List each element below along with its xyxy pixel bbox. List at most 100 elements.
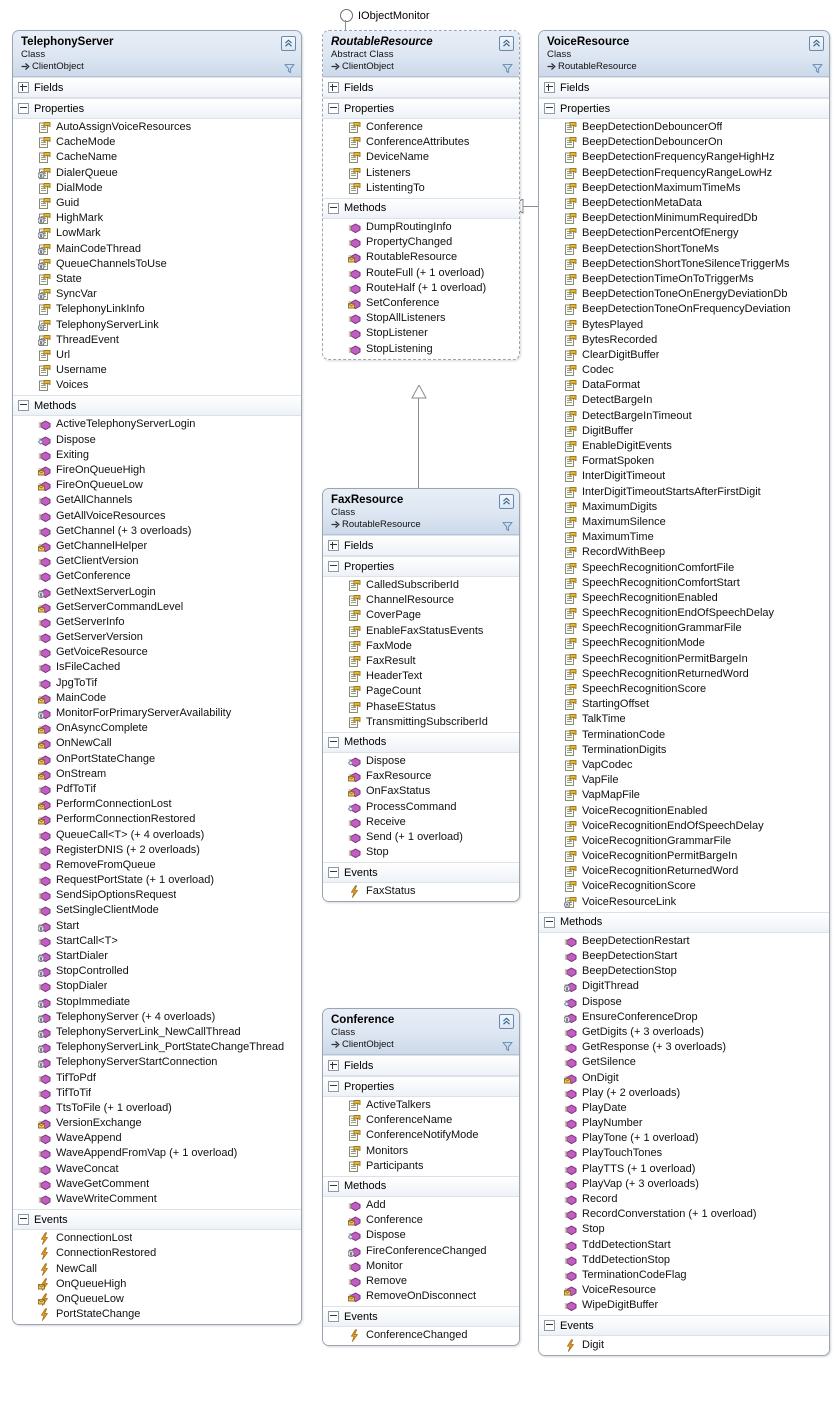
member-row[interactable]: GetVoiceResource [13,645,301,660]
member-row[interactable]: VoiceRecognitionEndOfSpeechDelay [539,819,829,834]
member-row[interactable]: RemoveOnDisconnect [323,1289,519,1304]
member-row[interactable]: PortStateChange [13,1307,301,1322]
member-row[interactable]: BeepDetectionToneOnEnergyDeviationDb [539,287,829,302]
member-row[interactable]: EnsureConferenceDrop [539,1010,829,1025]
member-row[interactable]: PhaseEStatus [323,700,519,715]
collapse-chevron-up-icon[interactable] [281,36,296,51]
member-row[interactable]: EnableFaxStatusEvents [323,624,519,639]
member-row[interactable]: PlayTone (+ 1 overload) [539,1131,829,1146]
member-row[interactable]: StopListening [323,341,519,356]
member-row[interactable]: PageCount [323,684,519,699]
member-row[interactable]: Guid [13,196,301,211]
member-row[interactable]: DialMode [13,181,301,196]
compartment-header-fields[interactable]: Fields [323,1055,519,1076]
member-row[interactable]: OnNewCall [13,736,301,751]
member-row[interactable]: ClearDigitBuffer [539,348,829,363]
member-row[interactable]: RoutableResource [323,250,519,265]
member-row[interactable]: SpeechRecognitionGrammarFile [539,621,829,636]
member-row[interactable]: TtsToFile (+ 1 overload) [13,1101,301,1116]
compartment-header-fields[interactable]: Fields [539,77,829,98]
compartment-header-events[interactable]: Events [323,1306,519,1328]
member-row[interactable]: Url [13,348,301,363]
member-row[interactable]: RegisterDNIS (+ 2 overloads) [13,843,301,858]
member-row[interactable]: BeepDetectionDebouncerOff [539,120,829,135]
member-row[interactable]: CalledSubscriberId [323,578,519,593]
member-row[interactable]: BeepDetectionMetaData [539,196,829,211]
member-row[interactable]: Conference [323,1213,519,1228]
member-row[interactable]: MainCodeThread [13,242,301,257]
compartment-header-methods[interactable]: Methods [323,1175,519,1197]
member-row[interactable]: BeepDetectionFrequencyRangeHighHz [539,150,829,165]
member-row[interactable]: ConferenceName [323,1113,519,1128]
member-row[interactable]: VapFile [539,773,829,788]
member-row[interactable]: MaximumSilence [539,515,829,530]
member-row[interactable]: OnAsyncComplete [13,721,301,736]
filter-funnel-icon[interactable] [502,63,513,74]
class-box-telephonyserver[interactable]: TelephonyServer Class ClientObject Fields Pr… [12,30,302,1326]
member-row[interactable]: InterDigitTimeoutStartsAfterFirstDigit [539,485,829,500]
member-row[interactable]: GetNextServerLogin [13,584,301,599]
member-row[interactable]: ChannelResource [323,593,519,608]
member-row[interactable]: ActiveTelephonyServerLogin [13,417,301,432]
compartment-header-properties[interactable]: Properties [13,98,301,119]
member-row[interactable]: Add [323,1198,519,1213]
member-row[interactable]: BeepDetectionPercentOfEnergy [539,226,829,241]
collapse-minus-icon[interactable] [328,736,339,748]
member-row[interactable]: BeepDetectionShortToneSilenceTriggerMs [539,257,829,272]
member-row[interactable]: WaveGetComment [13,1177,301,1192]
member-row[interactable]: Dispose [323,754,519,769]
member-row[interactable]: PlayTTS (+ 1 overload) [539,1162,829,1177]
member-row[interactable]: HighMark [13,211,301,226]
collapse-chevron-up-icon[interactable] [499,1014,514,1029]
member-row[interactable]: StopDialer [13,979,301,994]
filter-funnel-icon[interactable] [502,521,513,532]
member-row[interactable]: BeepDetectionMaximumTimeMs [539,181,829,196]
member-row[interactable]: Stop [539,1222,829,1237]
member-row[interactable]: PlayNumber [539,1116,829,1131]
member-row[interactable]: Conference [323,120,519,135]
member-row[interactable]: FaxMode [323,639,519,654]
compartment-header-properties[interactable]: Properties [539,98,829,119]
member-row[interactable]: TelephonyServerLink_PortStateChangeThrea… [13,1040,301,1055]
member-row[interactable]: BytesPlayed [539,317,829,332]
member-row[interactable]: BytesRecorded [539,333,829,348]
collapse-minus-icon[interactable] [328,1180,339,1192]
member-row[interactable]: StartingOffset [539,697,829,712]
filter-funnel-icon[interactable] [284,63,295,74]
member-row[interactable]: MaximumTime [539,530,829,545]
member-row[interactable]: GetDigits (+ 3 overloads) [539,1025,829,1040]
member-row[interactable]: BeepDetectionFrequencyRangeLowHz [539,166,829,181]
member-row[interactable]: TalkTime [539,712,829,727]
compartment-header-events[interactable]: Events [539,1315,829,1337]
member-row[interactable]: ConferenceNotifyMode [323,1128,519,1143]
member-row[interactable]: VapMapFile [539,788,829,803]
member-row[interactable]: RemoveFromQueue [13,858,301,873]
member-row[interactable]: TifToTif [13,1086,301,1101]
member-row[interactable]: BeepDetectionStop [539,964,829,979]
member-row[interactable]: WaveConcat [13,1162,301,1177]
member-row[interactable]: ActiveTalkers [323,1098,519,1113]
compartment-header-fields[interactable]: Fields [323,77,519,98]
member-row[interactable]: TransmittingSubscriberId [323,715,519,730]
member-row[interactable]: LowMark [13,226,301,241]
member-row[interactable]: ConferenceChanged [323,1328,519,1343]
member-row[interactable]: VersionExchange [13,1116,301,1131]
member-row[interactable]: TddDetectionStop [539,1253,829,1268]
member-row[interactable]: GetAllChannels [13,493,301,508]
member-row[interactable]: GetServerVersion [13,630,301,645]
member-row[interactable]: Exiting [13,448,301,463]
member-row[interactable]: FireOnQueueLow [13,478,301,493]
member-row[interactable]: BeepDetectionDebouncerOn [539,135,829,150]
collapse-minus-icon[interactable] [328,1311,339,1323]
member-row[interactable]: RecordConverstation (+ 1 overload) [539,1207,829,1222]
member-row[interactable]: DialerQueue [13,166,301,181]
member-row[interactable]: BeepDetectionMinimumRequiredDb [539,211,829,226]
member-row[interactable]: OnStream [13,767,301,782]
member-row[interactable]: ConnectionLost [13,1231,301,1246]
class-box-routableresource[interactable]: RoutableResource Abstract Class ClientObje… [322,30,520,360]
member-row[interactable]: SpeechRecognitionEnabled [539,591,829,606]
compartment-header-fields[interactable]: Fields [323,535,519,556]
expand-plus-icon[interactable] [544,82,555,93]
filter-funnel-icon[interactable] [502,1041,513,1052]
member-row[interactable]: TelephonyServer (+ 4 overloads) [13,1010,301,1025]
